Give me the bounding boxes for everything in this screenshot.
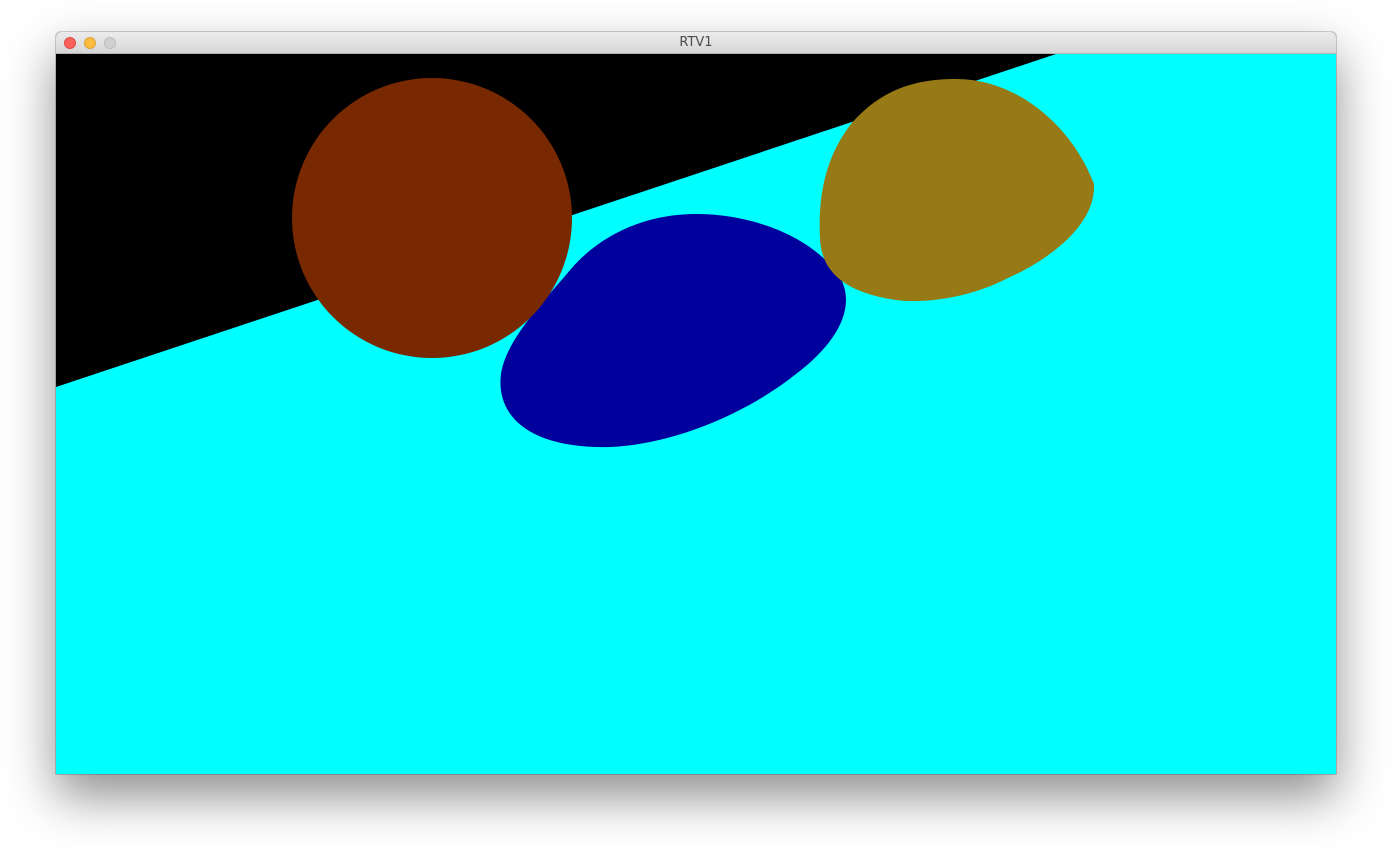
title-bar[interactable]: RTV1	[56, 32, 1336, 54]
app-window: RTV1	[56, 32, 1336, 774]
window-title: RTV1	[679, 35, 713, 50]
brown-sphere	[292, 78, 572, 358]
render-canvas	[56, 54, 1336, 774]
